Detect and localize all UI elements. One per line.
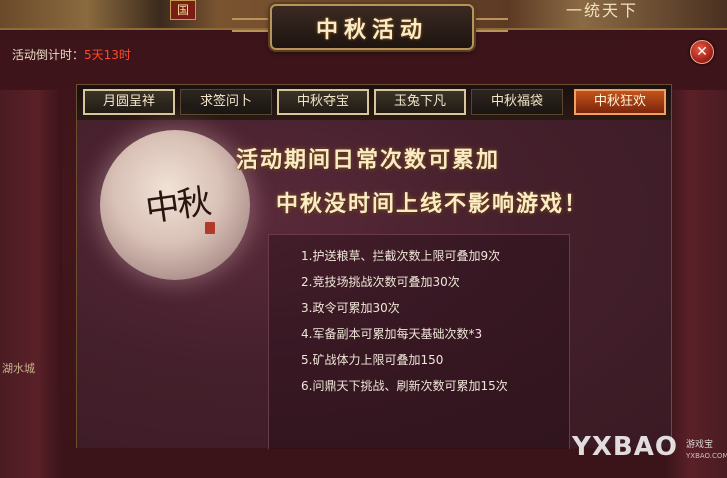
scene-top-right-text: 一统天下 [566, 1, 639, 20]
rule-item: 6.问鼎天下挑战、刷新次数可累加15次 [301, 379, 508, 393]
rule-item: 2.竞技场挑战次数可叠加30次 [301, 275, 460, 289]
event-countdown: 活动倒计时：5天13时 [12, 46, 131, 63]
tab-jade-rabbit[interactable]: 玉兔下凡 [374, 89, 466, 115]
map-location-label: 湖水城 [2, 362, 35, 375]
dialog-title: 中秋活动 [315, 18, 428, 43]
rules-list: 1.护送粮草、拦截次数上限可叠加9次 2.竞技场挑战次数可叠加30次 3.政令可… [268, 234, 570, 449]
tab-fortune-draw[interactable]: 求签问卜 [180, 89, 272, 115]
moon-calligraphy: 中秋 [143, 181, 212, 231]
seal-stamp-icon [205, 222, 215, 234]
watermark-url: YXBAO.COM [686, 452, 727, 460]
rule-item: 1.护送粮草、拦截次数上限可叠加9次 [301, 249, 501, 263]
tab-carnival[interactable]: 中秋狂欢 [574, 89, 666, 115]
left-curtain [0, 90, 62, 478]
scene-top-tab[interactable]: 国 [170, 0, 197, 20]
countdown-label: 活动倒计时： [12, 48, 85, 62]
headline-secondary: 中秋没时间上线不影响游戏！ [276, 192, 589, 217]
rule-item: 3.政令可累加30次 [301, 301, 400, 315]
right-curtain [665, 90, 727, 478]
countdown-value: 5天13时 [84, 48, 131, 62]
rule-item: 4.军备副本可累加每天基础次数*3 [301, 327, 483, 341]
rule-item: 5.矿战体力上限可叠加150 [301, 353, 444, 367]
watermark-logo: YXBAO [572, 432, 678, 462]
title-plaque: 中秋活动 [270, 4, 474, 50]
headline-primary: 活动期间日常次数可累加 [236, 148, 501, 173]
watermark-tag: 游戏宝 [686, 440, 714, 450]
close-button[interactable]: ✕ [690, 40, 714, 64]
close-icon: ✕ [696, 44, 708, 60]
event-tabs: 月圆呈祥 求签问卜 中秋夺宝 玉兔下凡 中秋福袋 中秋狂欢 [76, 84, 672, 122]
title-ornament-left [232, 18, 268, 32]
title-ornament-right [472, 18, 508, 32]
tab-treasure-hunt[interactable]: 中秋夺宝 [277, 89, 369, 115]
tab-moon-auspicious[interactable]: 月圆呈祥 [83, 89, 175, 115]
tab-lucky-bag[interactable]: 中秋福袋 [471, 89, 563, 115]
